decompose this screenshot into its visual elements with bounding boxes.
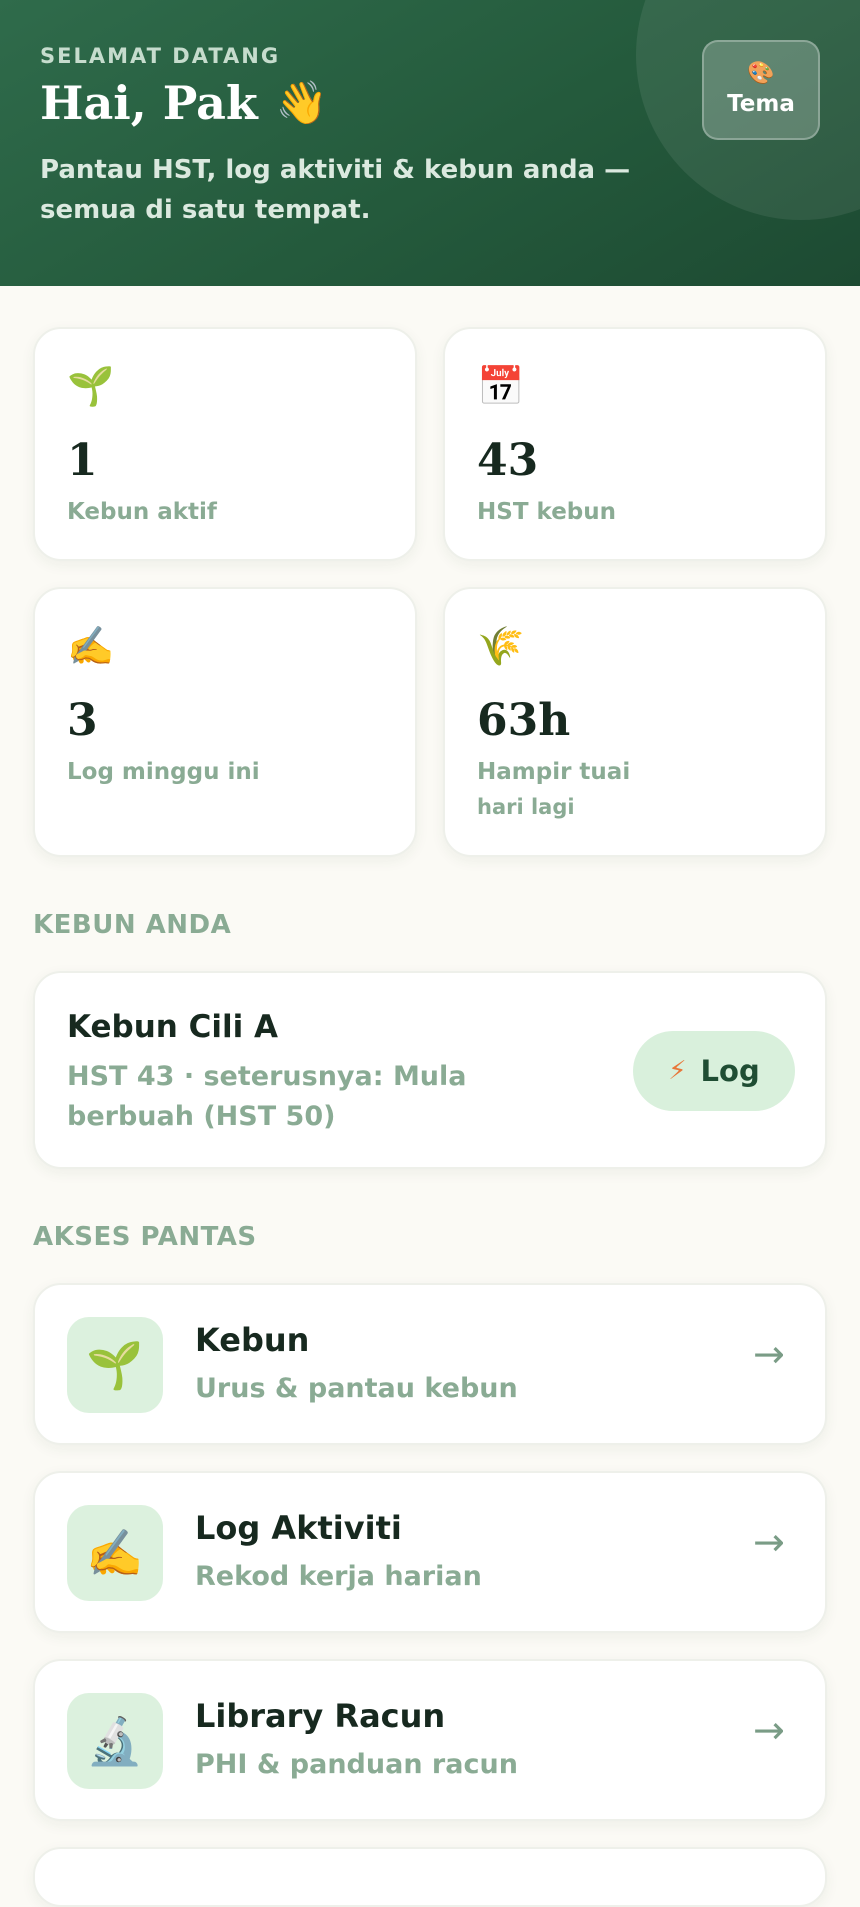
- log-button-label: Log: [700, 1054, 760, 1088]
- palette-icon: 🎨: [747, 61, 775, 86]
- greeting-title: Hai, Pak 👋: [40, 76, 328, 130]
- greeting-text: Hai, Pak: [40, 76, 258, 130]
- microscope-icon: 🔬: [67, 1693, 163, 1789]
- seedling-icon: 🌱: [67, 1317, 163, 1413]
- stat-value: 63h: [477, 695, 571, 746]
- stat-card-hst: 📅 43 HST kebun: [443, 327, 827, 561]
- quick-link-desc: Rekod kerja harian: [195, 1561, 482, 1592]
- rice-stalk-icon: 🌾: [477, 624, 525, 668]
- quick-link-desc: PHI & panduan racun: [195, 1749, 518, 1780]
- seedling-icon: 🌱: [67, 364, 115, 408]
- writing-hand-icon: ✍️: [67, 624, 115, 668]
- stat-label: Log minggu ini: [67, 759, 260, 785]
- quick-access-title: AKSES PANTAS: [33, 1222, 257, 1252]
- stat-value: 3: [67, 695, 98, 746]
- arrow-right-icon: →: [753, 1708, 785, 1752]
- quick-link-title: Log Aktiviti: [195, 1509, 402, 1547]
- stat-value: 1: [67, 435, 98, 486]
- gardens-section-title: KEBUN ANDA: [33, 910, 232, 940]
- theme-button-label: Tema: [727, 91, 795, 117]
- quick-link-log-aktiviti[interactable]: ✍️ Log Aktiviti Rekod kerja harian →: [33, 1471, 827, 1633]
- theme-button[interactable]: 🎨 Tema: [702, 40, 820, 140]
- garden-name: Kebun Cili A: [67, 1009, 279, 1045]
- arrow-right-icon: →: [753, 1332, 785, 1376]
- stat-label: Hampir tuai: [477, 759, 631, 785]
- garden-info: HST 43 · seterusnya: Mula berbuah (HST 5…: [67, 1061, 467, 1132]
- welcome-eyebrow: SELAMAT DATANG: [40, 44, 281, 68]
- stat-card-weekly-logs: ✍️ 3 Log minggu ini: [33, 587, 417, 857]
- stat-label: HST kebun: [477, 499, 616, 525]
- stat-sublabel: hari lagi: [477, 795, 575, 819]
- calendar-icon: 📅: [477, 364, 525, 408]
- garden-card[interactable]: Kebun Cili A HST 43 · seterusnya: Mula b…: [33, 971, 827, 1169]
- stat-card-harvest: 🌾 63h Hampir tuai hari lagi: [443, 587, 827, 857]
- stat-card-active-gardens: 🌱 1 Kebun aktif: [33, 327, 417, 561]
- waving-hand-icon: 👋: [275, 78, 329, 127]
- log-button[interactable]: ⚡ Log: [633, 1031, 795, 1111]
- stat-value: 43: [477, 435, 539, 486]
- quick-link-desc: Urus & pantau kebun: [195, 1373, 518, 1404]
- writing-hand-icon: ✍️: [67, 1505, 163, 1601]
- lightning-icon: ⚡: [668, 1056, 687, 1086]
- arrow-right-icon: →: [753, 1520, 785, 1564]
- welcome-header: SELAMAT DATANG Hai, Pak 👋 Pantau HST, lo…: [0, 0, 860, 286]
- quick-link-partial[interactable]: [33, 1847, 827, 1907]
- header-subtitle: Pantau HST, log aktiviti & kebun anda — …: [40, 155, 631, 225]
- quick-link-title: Library Racun: [195, 1697, 446, 1735]
- quick-link-kebun[interactable]: 🌱 Kebun Urus & pantau kebun →: [33, 1283, 827, 1445]
- stat-label: Kebun aktif: [67, 499, 217, 525]
- quick-link-library-racun[interactable]: 🔬 Library Racun PHI & panduan racun →: [33, 1659, 827, 1821]
- quick-link-title: Kebun: [195, 1321, 310, 1359]
